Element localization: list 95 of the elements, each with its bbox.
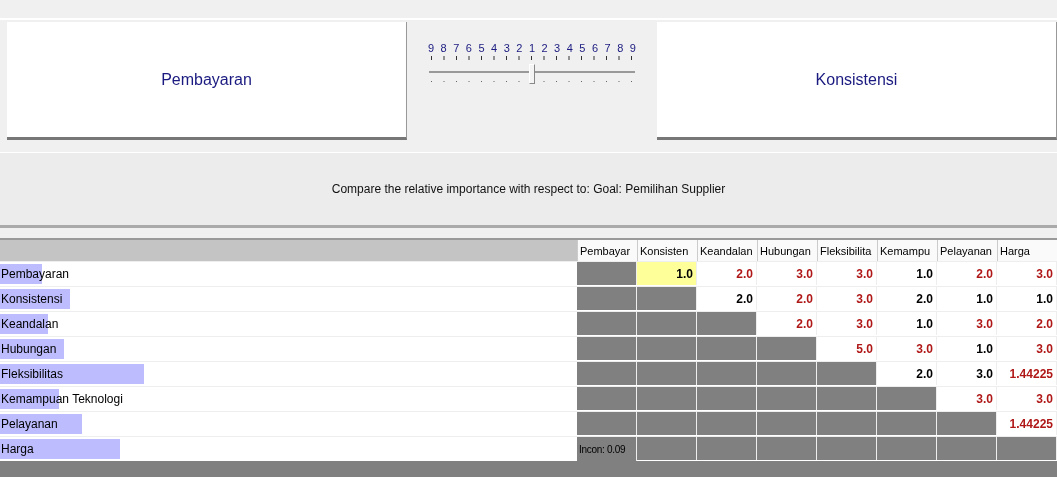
criterion-panel: Konsistensi [657,22,1057,140]
disabled-cell [937,411,997,435]
row-label: Konsistensi [0,292,63,306]
disabled-cell [817,436,877,460]
column-header: Fleksibilita [817,240,877,261]
scale-label: 2 [516,42,523,54]
disabled-cell [697,386,757,410]
disabled-cell [697,436,757,460]
disabled-cell [637,311,697,335]
disabled-cell [877,411,937,435]
matrix-cell[interactable]: 3.0 [997,336,1057,360]
disabled-cell [697,411,757,435]
slider-thumb[interactable] [529,64,535,84]
row-label: Pembayaran [0,267,70,281]
matrix-cell[interactable]: 2.0 [697,261,757,285]
disabled-cell [817,411,877,435]
matrix-cell[interactable]: 1.0 [877,261,937,285]
disabled-cell [817,361,877,385]
disabled-cell [697,361,757,385]
column-header: Hubungan [757,240,817,261]
instruction-text: Compare the relative importance with respect to: Goal: Pemilihan Supplier [331,182,726,196]
slider-track[interactable] [429,56,635,86]
disabled-cell [637,361,697,385]
criterion-panel: Pembayaran [7,22,407,140]
row-label: Kemampuan Teknologi [0,392,123,406]
scale-label: 4 [491,42,498,54]
matrix-cell[interactable]: 1.0 [877,311,937,335]
disabled-cell [637,336,697,360]
matrix-cell[interactable]: 3.0 [997,386,1057,410]
scale-label: 6 [465,42,472,54]
disabled-cell [637,436,697,460]
disabled-cell [697,336,757,360]
matrix-cell[interactable]: 2.0 [697,286,757,310]
row-label: Keandalan [0,317,59,331]
row-label: Pelayanan [0,417,58,431]
scale-label: 7 [453,42,460,54]
matrix-cell[interactable]: 1.0 [937,336,997,360]
matrix-cell[interactable]: 1.0 [937,286,997,310]
disabled-cell [637,411,697,435]
scale-label: 3 [503,42,510,54]
disabled-cell [757,336,817,360]
matrix-cell[interactable]: 2.0 [937,261,997,285]
matrix-cell[interactable]: 3.0 [757,261,817,285]
scale-label: 6 [591,42,599,54]
matrix-cell[interactable]: 3.0 [937,311,997,335]
matrix-cell[interactable]: 3.0 [997,261,1057,285]
matrix-cell[interactable]: 3.0 [937,361,997,385]
row-label: Harga [0,442,34,456]
scale-label: 9 [629,42,636,54]
matrix-cell[interactable]: 2.0 [757,286,817,310]
matrix-cell[interactable]: 1.0 [637,261,697,285]
scale-label: 9 [428,42,435,54]
scale-label: 3 [554,42,561,54]
matrix-cell[interactable]: 3.0 [877,336,937,360]
matrix-cell[interactable]: 1.44225 [997,361,1057,385]
matrix-cell[interactable]: 2.0 [877,286,937,310]
matrix-cell[interactable]: 2.0 [877,361,937,385]
disabled-cell [877,436,937,460]
column-header: Kemampu [877,240,937,261]
disabled-cell [757,361,817,385]
scale-label: 7 [604,42,611,54]
column-header: Pembayar [577,240,637,261]
row-label: Fleksibilitas [0,367,63,381]
disabled-cell [997,436,1057,460]
column-header: Konsisten [637,240,697,261]
disabled-cell [757,386,817,410]
scale-label: 8 [440,42,447,54]
column-header: Keandalan [697,240,757,261]
disabled-cell [757,411,817,435]
matrix-cell[interactable]: 2.0 [757,311,817,335]
scale-label: 8 [617,42,624,54]
disabled-cell [637,386,697,410]
matrix-cell[interactable]: 1.44225 [997,411,1057,435]
matrix-cell[interactable]: 3.0 [937,386,997,410]
disabled-cell [637,286,697,310]
matrix-cell[interactable]: 3.0 [817,311,877,335]
inconsistency-text: Incon: 0.09 [577,436,637,461]
scale-label: 5 [579,42,586,54]
scale-label: 4 [566,42,573,54]
matrix-cell[interactable]: 5.0 [817,336,877,360]
disabled-cell [877,386,937,410]
column-header: Harga [997,240,1057,261]
disabled-cell [937,436,997,460]
matrix-cell[interactable]: 3.0 [817,261,877,285]
row-label: Hubungan [0,342,57,356]
scale-label: 5 [478,42,485,54]
disabled-cell [697,311,757,335]
disabled-cell [817,386,877,410]
disabled-cell [757,436,817,460]
scale-label: 2 [541,42,548,54]
matrix-cell[interactable]: 3.0 [817,286,877,310]
column-header: Pelayanan [937,240,997,261]
matrix-cell[interactable]: 1.0 [997,286,1057,310]
scale-label: 1 [528,42,535,54]
matrix-cell[interactable]: 2.0 [997,311,1057,335]
